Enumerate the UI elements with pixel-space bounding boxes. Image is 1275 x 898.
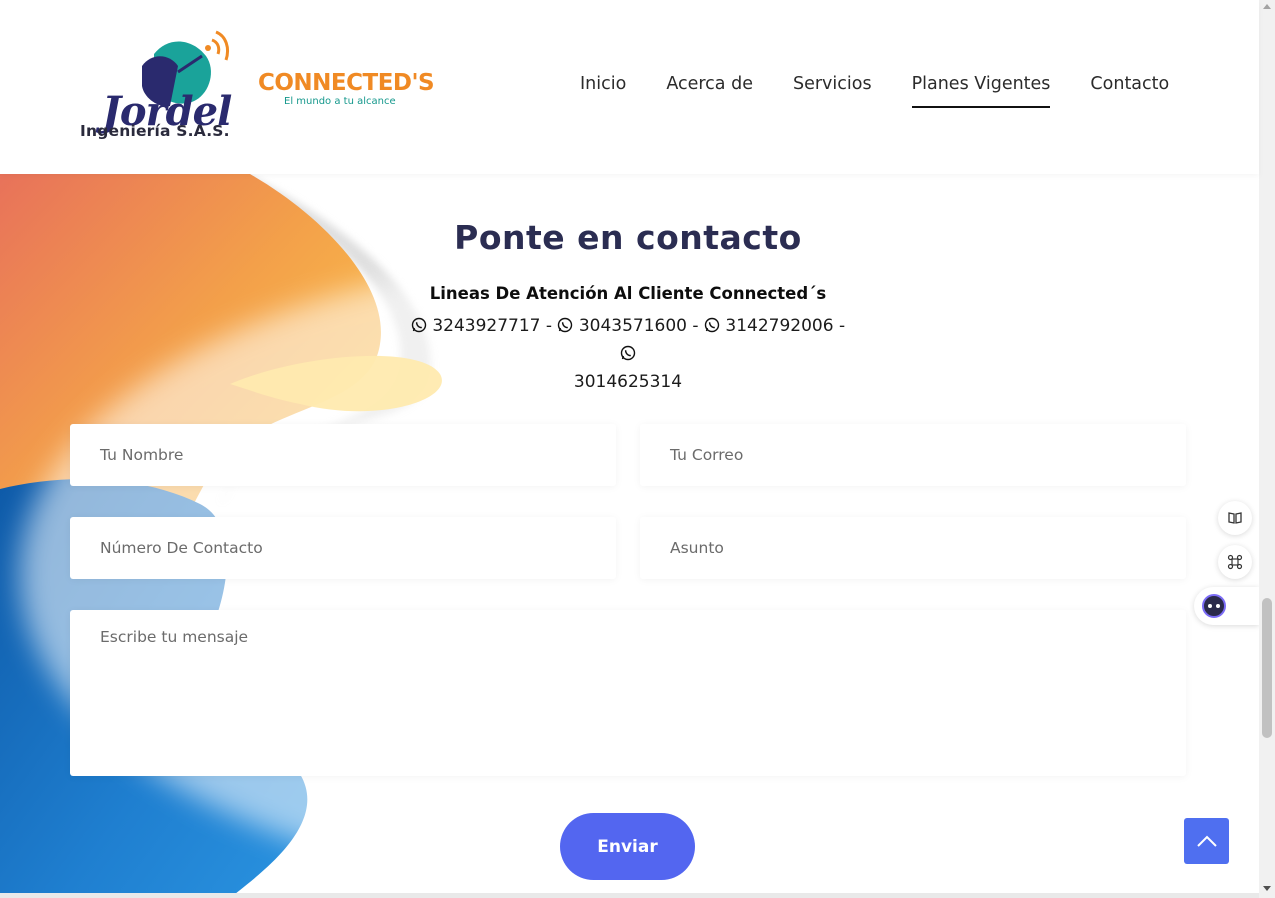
jordel-subtitle: Ingeniería S.A.S. — [80, 122, 230, 140]
subject-field[interactable]: Asunto — [640, 517, 1186, 579]
phone-separator: - — [833, 316, 846, 336]
main-nav: Inicio Acerca de Servicios Planes Vigent… — [580, 74, 1169, 108]
phone-list: 3243927717 - 3043571600 - 3142792006 - 3… — [403, 312, 853, 396]
customer-lines-title: Lineas De Atención Al Cliente Connected´… — [429, 284, 827, 303]
phone-number[interactable]: 3043571600 — [579, 316, 687, 336]
whatsapp-icon — [620, 345, 636, 361]
horizontal-scrollbar[interactable] — [0, 893, 1259, 898]
site-header: Jordel Ingeniería S.A.S. CONNECTED'S El … — [0, 0, 1259, 174]
scrollbar-thumb[interactable] — [1262, 598, 1272, 738]
whatsapp-icon — [704, 317, 720, 333]
nav-item-contacto[interactable]: Contacto — [1090, 74, 1169, 94]
email-field[interactable]: Tu Correo — [640, 424, 1186, 486]
contact-number-field[interactable]: Número De Contacto — [70, 517, 616, 579]
connected-logo[interactable]: CONNECTED'S El mundo a tu alcance — [258, 70, 435, 112]
whatsapp-icon — [411, 317, 427, 333]
name-field[interactable]: Tu Nombre — [70, 424, 616, 486]
vertical-scrollbar[interactable] — [1259, 0, 1275, 898]
nav-item-servicios[interactable]: Servicios — [793, 74, 872, 94]
scroll-down-arrow[interactable] — [1263, 886, 1271, 891]
jordel-logo[interactable]: Jordel Ingeniería S.A.S. — [78, 26, 244, 146]
bot-icon[interactable] — [1194, 587, 1259, 625]
whatsapp-icon — [558, 317, 573, 333]
command-icon[interactable] — [1218, 545, 1252, 579]
phone-number[interactable]: 3243927717 — [432, 316, 540, 336]
phone-number[interactable]: 3142792006 — [725, 316, 833, 336]
connected-tagline: El mundo a tu alcance — [284, 96, 396, 107]
nav-item-inicio[interactable]: Inicio — [580, 74, 626, 94]
scroll-top-button[interactable] — [1184, 818, 1229, 864]
message-field[interactable]: Escribe tu mensaje — [70, 610, 1186, 776]
connected-brand: CONNECTED'S — [258, 70, 435, 96]
nav-item-planes-vigentes[interactable]: Planes Vigentes — [911, 74, 1050, 108]
phone-separator: - — [687, 316, 704, 336]
phone-separator: - — [540, 316, 558, 336]
chevron-up-icon — [1196, 835, 1217, 847]
phone-number[interactable]: 3014625314 — [574, 372, 682, 392]
scroll-up-arrow[interactable] — [1263, 4, 1271, 9]
nav-item-acerca-de[interactable]: Acerca de — [666, 74, 753, 94]
submit-button[interactable]: Enviar — [560, 813, 695, 880]
book-icon[interactable] — [1218, 501, 1252, 535]
page-title: Ponte en contacto — [454, 218, 802, 257]
